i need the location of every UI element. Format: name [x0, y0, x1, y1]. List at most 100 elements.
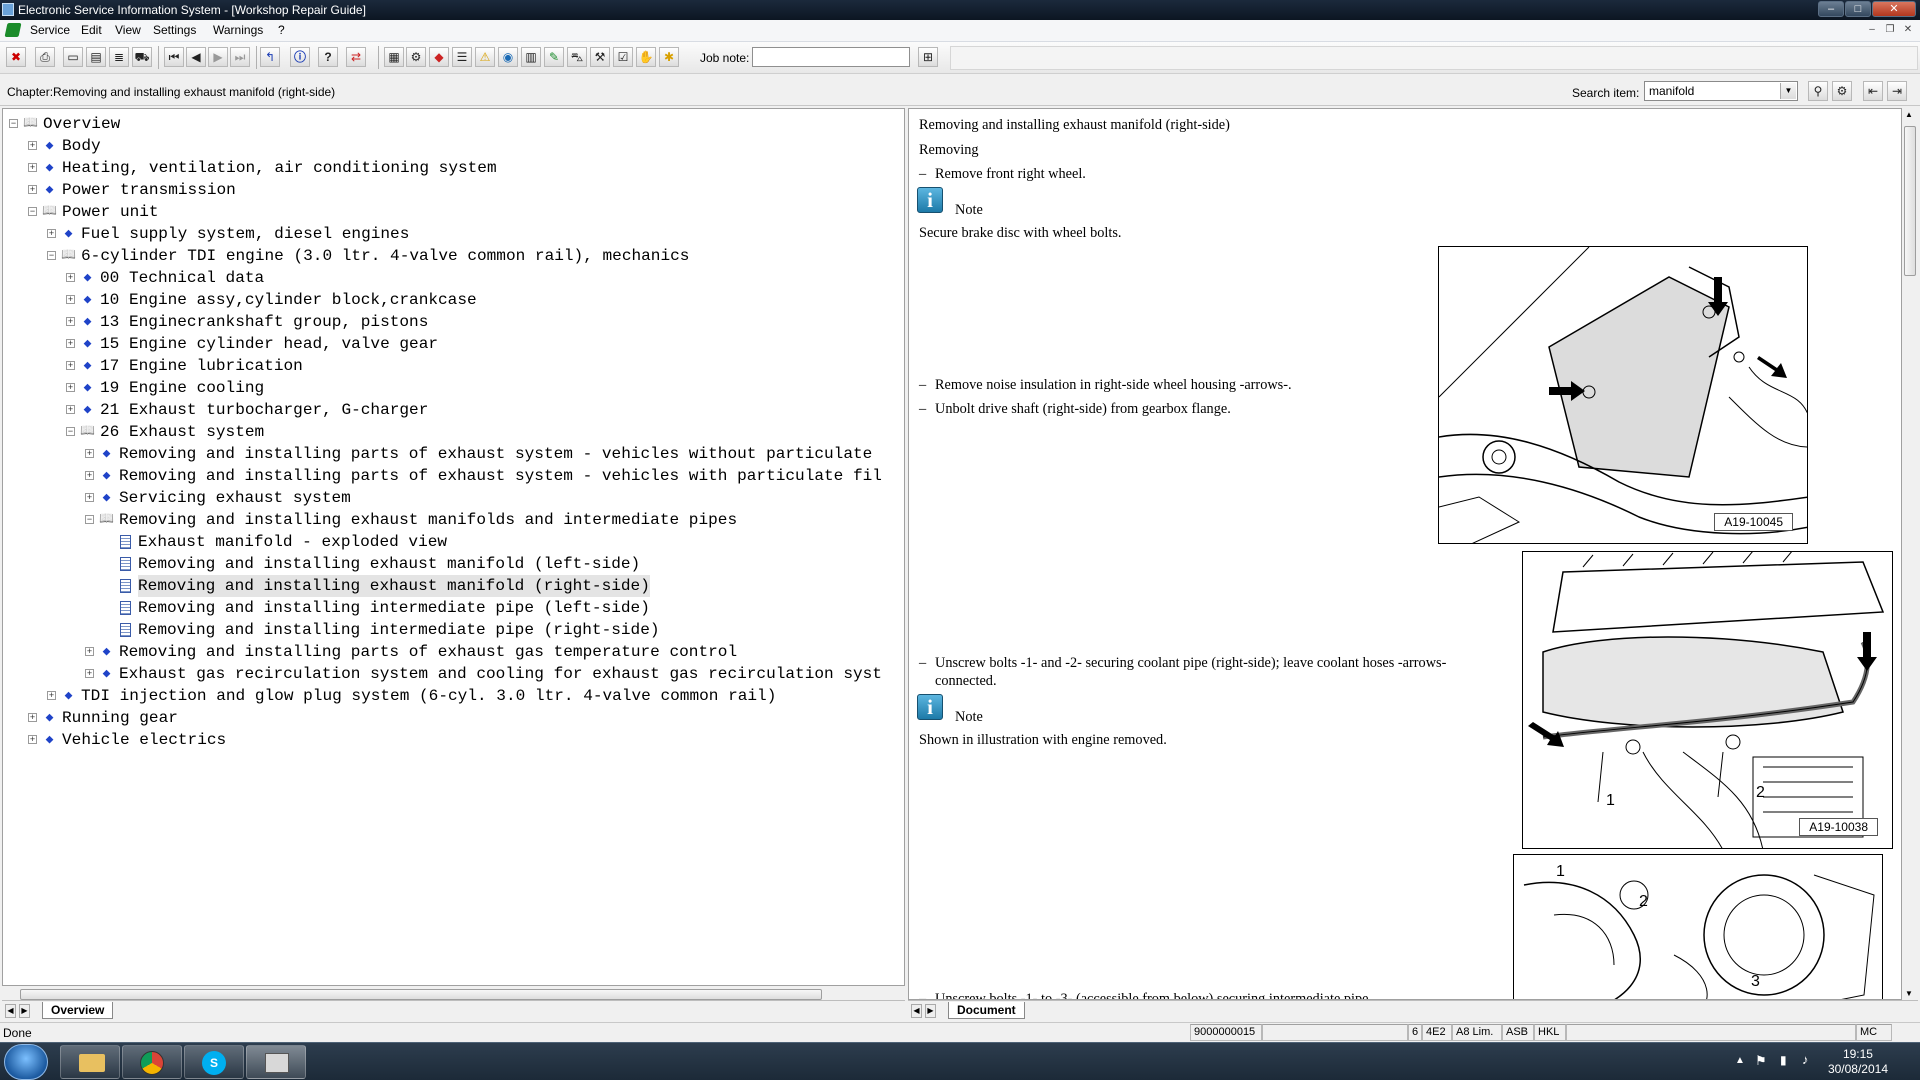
list-icon[interactable]: ☰ [452, 47, 472, 67]
maximize-button[interactable]: □ [1845, 1, 1871, 17]
expand-icon[interactable]: + [66, 383, 75, 392]
exit-icon[interactable]: ✖ [6, 47, 26, 67]
menu-view[interactable]: View [115, 23, 141, 37]
car-icon[interactable]: ⛟ [132, 47, 152, 67]
previous-page-icon[interactable]: ◀ [186, 47, 206, 67]
warning-icon[interactable]: ⚠ [475, 47, 495, 67]
tree-node[interactable]: + ◆ Fuel supply system, diesel engines [3, 223, 904, 245]
tree-node[interactable]: Removing and installing exhaust manifold… [3, 553, 904, 575]
checklist-icon[interactable]: ☑ [613, 47, 633, 67]
printer-list-icon[interactable]: ≣ [109, 47, 129, 67]
tree-node[interactable]: + ◆ Exhaust gas recirculation system and c… [3, 663, 904, 685]
tree-node[interactable]: + ◆ Heating, ventilation, air conditioning… [3, 157, 904, 179]
expand-icon[interactable]: + [66, 273, 75, 282]
last-page-icon[interactable]: ⏭ [230, 47, 250, 67]
inner-close-button[interactable]: ✕ [1900, 23, 1916, 38]
expand-icon[interactable]: + [28, 185, 37, 194]
swap-icon[interactable]: ⇄ [346, 47, 366, 67]
expand-icon[interactable]: + [47, 229, 56, 238]
inner-minimize-button[interactable]: – [1864, 23, 1880, 38]
tree-node[interactable]: Removing and installing intermediate pip… [3, 619, 904, 641]
globe-icon[interactable]: ◉ [498, 47, 518, 67]
search-next-icon[interactable]: ⇥ [1887, 81, 1907, 101]
back-icon[interactable]: ↰ [260, 47, 280, 67]
explorer-icon[interactable] [60, 1045, 120, 1079]
menu-edit[interactable]: Edit [81, 23, 102, 37]
expand-icon[interactable]: + [66, 405, 75, 414]
expand-icon[interactable]: + [85, 449, 94, 458]
tree-node[interactable]: − 📖 Removing and installing exhaust manifo… [3, 509, 904, 531]
tree-node[interactable]: + ◆ Body [3, 135, 904, 157]
scrollbar-thumb[interactable] [1904, 126, 1916, 276]
inner-restore-button[interactable]: ❐ [1882, 23, 1898, 38]
tree-node[interactable]: + ◆ Vehicle electrics [3, 729, 904, 751]
collapse-icon[interactable]: − [85, 515, 94, 524]
tree-node[interactable]: Removing and installing exhaust manifold… [3, 575, 904, 597]
tree-node[interactable]: − 📖 Power unit [3, 201, 904, 223]
close-button[interactable]: ✕ [1872, 1, 1916, 17]
tree-node[interactable]: Removing and installing intermediate pip… [3, 597, 904, 619]
search-prev-icon[interactable]: ⇤ [1863, 81, 1883, 101]
tree-node[interactable]: + ◆ 10 Engine assy,cylinder block,crankcas… [3, 289, 904, 311]
expand-icon[interactable]: + [85, 493, 94, 502]
search-find-icon[interactable]: ⚲ [1808, 81, 1828, 101]
chevron-down-icon[interactable]: ▼ [1780, 83, 1796, 99]
expand-icon[interactable]: + [28, 163, 37, 172]
tools-icon[interactable]: ⚒ [590, 47, 610, 67]
minimize-button[interactable]: – [1818, 1, 1844, 17]
expand-icon[interactable]: + [66, 361, 75, 370]
expand-icon[interactable]: + [28, 141, 37, 150]
expand-icon[interactable]: + [66, 339, 75, 348]
menu-service[interactable]: Service [30, 23, 70, 37]
tree-node[interactable]: + ◆ Removing and installing parts of exhau… [3, 465, 904, 487]
expand-icon[interactable]: + [85, 647, 94, 656]
esi-app-icon[interactable] [246, 1045, 306, 1079]
tree-node[interactable]: − 📖 Overview [3, 113, 904, 135]
tab-scroll-right-icon[interactable]: ▶ [925, 1004, 936, 1018]
tree-node[interactable]: + ◆ Removing and installing parts of exhau… [3, 641, 904, 663]
scroll-down-icon[interactable]: ▼ [1905, 989, 1913, 998]
search-options-icon[interactable]: ⚙ [1832, 81, 1852, 101]
chrome-icon[interactable] [122, 1045, 182, 1079]
skype-icon[interactable]: S [184, 1045, 244, 1079]
engine-icon[interactable]: ⚙ [406, 47, 426, 67]
network-icon[interactable]: ▮ [1780, 1053, 1787, 1067]
clock[interactable]: 19:15 30/08/2014 [1828, 1047, 1888, 1077]
tree-node[interactable]: + ◆ TDI injection and glow plug system (6-… [3, 685, 904, 707]
repair-icon[interactable]: ◆ [429, 47, 449, 67]
expand-icon[interactable]: + [47, 691, 56, 700]
document-tools-icon[interactable]: ▤ [86, 47, 106, 67]
hand-icon[interactable]: ✋ [636, 47, 656, 67]
collapse-icon[interactable]: − [47, 251, 56, 260]
tree-node[interactable]: + ◆ 15 Engine cylinder head, valve gear [3, 333, 904, 355]
document-vertical-scrollbar[interactable]: ▲ ▼ [1902, 108, 1918, 1000]
next-page-icon[interactable]: ▶ [208, 47, 228, 67]
tree-node[interactable]: + ◆ Removing and installing parts of exhau… [3, 443, 904, 465]
expand-icon[interactable]: + [85, 669, 94, 678]
expand-icon[interactable]: + [66, 317, 75, 326]
tree-node[interactable]: Exhaust manifold - exploded view [3, 531, 904, 553]
expand-icon[interactable]: + [28, 713, 37, 722]
tray-expand-icon[interactable]: ▲ [1735, 1055, 1745, 1066]
menu-settings[interactable]: Settings [153, 23, 196, 37]
expand-icon[interactable]: + [85, 471, 94, 480]
tree-node[interactable]: − 📖 26 Exhaust system [3, 421, 904, 443]
expand-icon[interactable]: + [28, 735, 37, 744]
scroll-up-icon[interactable]: ▲ [1905, 110, 1913, 119]
first-page-icon[interactable]: ⏮ [164, 47, 184, 67]
tree-node[interactable]: + ◆ Running gear [3, 707, 904, 729]
start-icon[interactable] [4, 1044, 48, 1080]
collapse-icon[interactable]: − [28, 207, 37, 216]
tab-overview[interactable]: Overview [42, 1002, 114, 1019]
info-icon[interactable]: ⓘ [290, 47, 310, 67]
search-item-select[interactable]: manifold ▼ [1644, 81, 1798, 101]
tab-scroll-left-icon[interactable]: ◀ [911, 1004, 922, 1018]
flag-icon[interactable]: ⚑ [1755, 1053, 1767, 1069]
expand-icon[interactable]: + [66, 295, 75, 304]
collapse-icon[interactable]: − [66, 427, 75, 436]
tree-node[interactable]: + ◆ 17 Engine lubrication [3, 355, 904, 377]
tree-node[interactable]: + ◆ Servicing exhaust system [3, 487, 904, 509]
tab-scroll-right-icon[interactable]: ▶ [19, 1004, 30, 1018]
tree-node[interactable]: + ◆ 00 Technical data [3, 267, 904, 289]
brush-icon[interactable]: ✎ [544, 47, 564, 67]
